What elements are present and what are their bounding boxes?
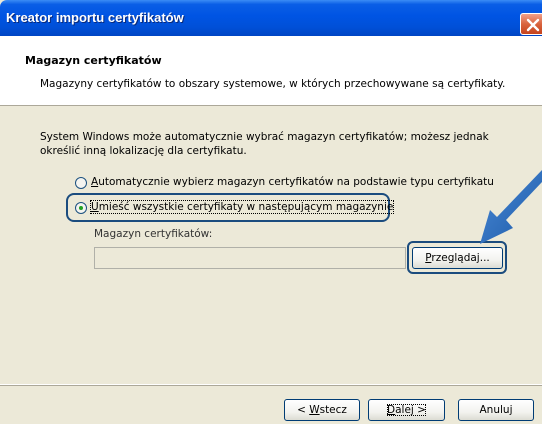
- back-button[interactable]: < Wstecz: [284, 399, 360, 421]
- content-area: System Windows może automatycznie wybrać…: [0, 107, 542, 384]
- store-input[interactable]: [94, 247, 406, 269]
- store-field-label: Magazyn certyfikatów:: [94, 228, 213, 240]
- window-title: Kreator importu certyfikatów: [6, 10, 184, 25]
- footer-divider: [0, 385, 542, 386]
- radio-button-place-all[interactable]: [75, 202, 87, 214]
- page-subtitle: Magazyny certyfikatów to obszary systemo…: [40, 78, 506, 90]
- cancel-button[interactable]: Anuluj: [458, 399, 534, 421]
- header-panel: Magazyn certyfikatów Magazyny certyfikat…: [0, 36, 542, 106]
- radio-label-place-all[interactable]: Umieść wszystkie certyfikaty w następują…: [89, 200, 395, 214]
- next-button[interactable]: Dalej >: [368, 399, 445, 421]
- close-icon: [526, 18, 540, 32]
- page-title: Magazyn certyfikatów: [25, 54, 162, 67]
- radio-label-automatic[interactable]: Automatycznie wybierz magazyn certyfikat…: [91, 176, 494, 188]
- pointer-arrow-icon: [480, 170, 542, 244]
- radio-button-automatic[interactable]: [75, 177, 87, 189]
- title-bar[interactable]: Kreator importu certyfikatów: [0, 0, 542, 36]
- footer-bar: < Wstecz Dalej > Anuluj: [0, 384, 542, 424]
- description-text: System Windows może automatycznie wybrać…: [40, 131, 489, 157]
- browse-button[interactable]: Przeglądaj...: [412, 247, 503, 269]
- import-wizard-window: Kreator importu certyfikatów Magazyn cer…: [0, 0, 542, 424]
- close-button[interactable]: [520, 13, 542, 35]
